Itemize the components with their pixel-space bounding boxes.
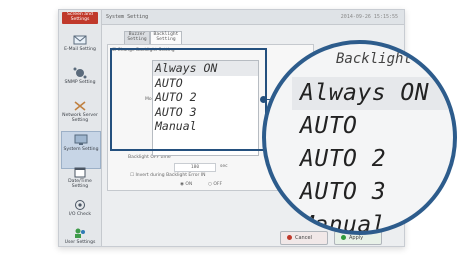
- sidebar-item-label: System Setting: [63, 147, 99, 152]
- sidebar-item-label: I/O Check: [68, 212, 92, 217]
- sidebar-item-network-server[interactable]: Network Server Setting: [61, 98, 99, 134]
- radio-on-label: ON: [185, 182, 193, 187]
- zoom-option-always-on: Always ON: [292, 77, 453, 110]
- callout-highlight-box: [110, 48, 267, 151]
- apply-icon: [341, 235, 346, 240]
- check-circle-icon: [75, 200, 85, 210]
- monitor-icon: [74, 134, 88, 145]
- invert-label: Invert during Backlight Error IN: [135, 173, 206, 178]
- sidebar-item-user[interactable]: User Settings: [61, 225, 99, 246]
- cancel-icon: [287, 235, 292, 240]
- radio-off[interactable]: ○ OFF: [208, 182, 222, 187]
- apply-label: Apply: [349, 235, 364, 241]
- tab-label: Buzzer Setting: [127, 32, 147, 43]
- cancel-button[interactable]: Cancel: [280, 231, 328, 245]
- off-time-value: 180: [190, 165, 200, 170]
- sidebar: Screen and Settings E-Mail Setting SNMP …: [59, 10, 102, 246]
- off-time-unit: sec: [220, 164, 228, 169]
- zoom-list: Always ON AUTO AUTO 2 AUTO 3 Manual: [292, 77, 453, 231]
- magnifier-bubble: Backlight Setting Always ON AUTO AUTO 2 …: [262, 40, 457, 235]
- zoom-title: Backlight Setting: [336, 51, 455, 67]
- tools-icon: [74, 101, 86, 111]
- zoom-option-auto-2: AUTO 2: [300, 146, 387, 172]
- off-time-input[interactable]: 180: [174, 163, 216, 172]
- sidebar-item-label: SNMP Setting: [64, 80, 96, 85]
- sidebar-item-datetime[interactable]: Date/Time Setting: [61, 164, 99, 200]
- sidebar-item-label: Network Server Setting: [62, 113, 98, 123]
- users-icon: [75, 228, 85, 238]
- cancel-label: Cancel: [295, 235, 312, 241]
- page-title: System Setting: [106, 14, 149, 20]
- zoom-option-auto-3: AUTO 3: [300, 179, 387, 205]
- top-bar: System Setting 2014-09-26 15:15:55: [102, 10, 404, 25]
- app-title: Screen and Settings: [67, 12, 93, 22]
- sidebar-item-snmp[interactable]: SNMP Setting: [61, 65, 99, 101]
- sidebar-item-label: E-Mail Setting: [64, 47, 96, 52]
- sidebar-item-email[interactable]: E-Mail Setting: [61, 32, 99, 68]
- radio-on[interactable]: ◉ ON: [180, 182, 192, 187]
- app-logo: Screen and Settings: [62, 12, 98, 24]
- invert-checkbox[interactable]: ☐ Invert during Backlight Error IN: [130, 173, 206, 178]
- sidebar-item-label: User Settings: [64, 240, 96, 245]
- zoom-option-auto: AUTO: [300, 113, 358, 139]
- tab-label: Backlight Setting: [153, 32, 179, 43]
- network-icon: [73, 67, 87, 79]
- calendar-icon: [74, 167, 86, 178]
- datetime-display: 2014-09-26 15:15:55: [340, 14, 398, 20]
- radio-off-label: OFF: [213, 182, 223, 187]
- envelope-icon: [73, 35, 87, 45]
- sidebar-item-label: Date/Time Setting: [68, 179, 92, 189]
